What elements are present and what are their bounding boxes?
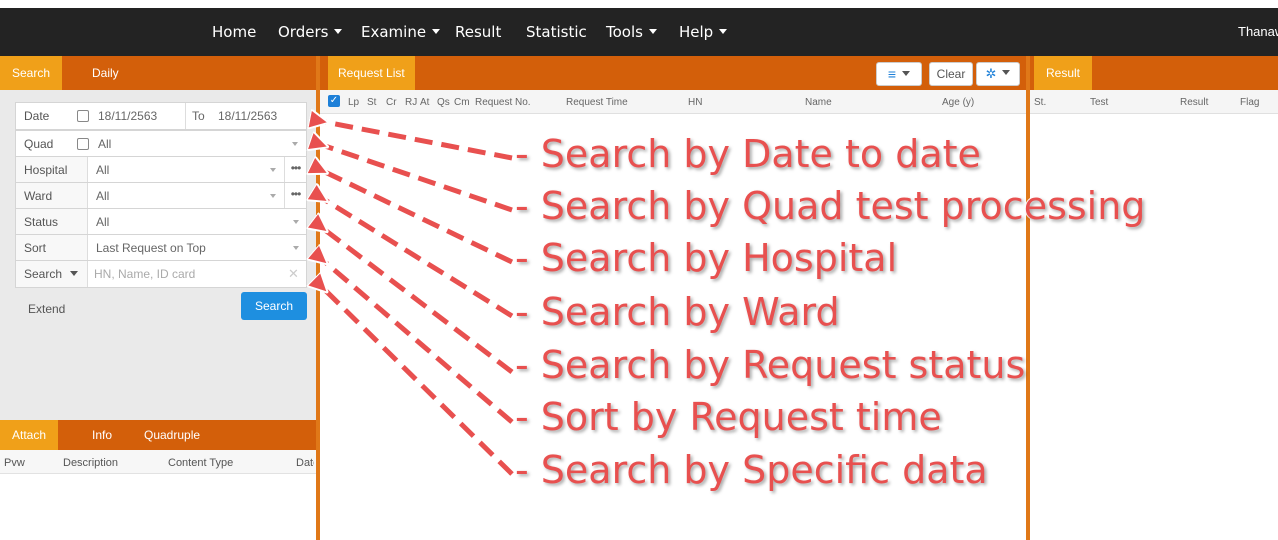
- annotation-quad: - Search by Quad test processing: [514, 183, 1146, 229]
- annotation-specific: - Search by Specific data: [514, 447, 989, 493]
- annotation-hospital: - Search by Hospital: [514, 235, 898, 281]
- annotation-date: - Search by Date to date: [514, 131, 982, 177]
- annotation-sort: - Sort by Request time: [514, 394, 943, 440]
- annotation-status: - Search by Request status: [514, 342, 1026, 388]
- arrow-specific: [325, 290, 514, 476]
- annotation-ward: - Search by Ward: [514, 289, 841, 335]
- arrow-sort: [325, 262, 514, 424]
